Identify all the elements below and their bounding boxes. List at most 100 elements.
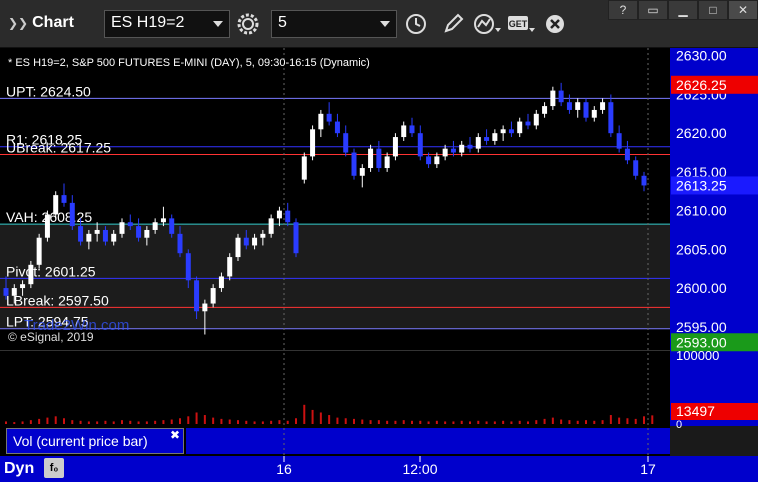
chart-header: * ES H19=2, S&P 500 FUTURES E-MINI (DAY)…: [8, 57, 370, 69]
upper-level-badge: 2626.25: [676, 77, 727, 93]
candle-body: [608, 102, 614, 134]
candle-body: [550, 90, 556, 107]
candle-body: [111, 233, 117, 242]
candle-body: [218, 276, 224, 289]
candle-body: [616, 133, 622, 149]
candle-body: [542, 106, 548, 114]
level-label: UPT: 2624.50: [6, 83, 91, 99]
price-tick-label: 2600.00: [676, 280, 727, 296]
candle-body: [368, 148, 374, 169]
candle-body: [500, 129, 506, 134]
candle-body: [36, 237, 42, 265]
candle-body: [102, 229, 108, 242]
candle-body: [417, 133, 423, 157]
candle-body: [252, 237, 258, 246]
candle-body: [136, 226, 142, 238]
volume-bars: [5, 404, 654, 424]
last-price-badge: 2613.25: [676, 177, 727, 193]
price-tick-label: 2595.00: [676, 319, 727, 335]
candle-body: [508, 129, 514, 134]
candle-body: [152, 222, 158, 230]
candle-body: [326, 113, 332, 122]
candle-body: [28, 264, 34, 285]
candle-body: [334, 121, 340, 134]
candle-body: [467, 144, 473, 149]
time-tick-label: 17: [640, 461, 656, 477]
level-label: LBreak: 2597.50: [6, 292, 109, 308]
candle-body: [351, 152, 357, 176]
candle-body: [127, 222, 133, 227]
candle-body: [169, 218, 175, 234]
candle-body: [583, 102, 589, 118]
candle-body: [119, 222, 125, 234]
candle-body: [484, 137, 490, 141]
candle-body: [243, 237, 249, 246]
candle-body: [492, 133, 498, 141]
candle-body: [566, 102, 572, 110]
candle-body: [459, 144, 465, 153]
candle-body: [525, 121, 531, 126]
candle-body: [202, 303, 208, 312]
candle-body: [160, 218, 166, 223]
price-tick-label: 2605.00: [676, 241, 727, 257]
candle-body: [3, 288, 9, 296]
watermark-text: Trade2Win.com: [24, 317, 129, 334]
candle-body: [310, 129, 316, 157]
candle-body: [268, 218, 274, 234]
candle-body: [44, 214, 50, 238]
candle-body: [426, 156, 432, 165]
candle-body: [301, 156, 307, 180]
price-tick-label: 2610.00: [676, 203, 727, 219]
candle-body: [450, 148, 456, 153]
volume-tick-label: 100000: [676, 348, 719, 363]
candle-body: [533, 113, 539, 126]
level-label: Pivot: 2601.25: [6, 263, 96, 279]
candle-body: [78, 226, 84, 242]
candle-body: [293, 222, 299, 254]
price-tick-label: 2620.00: [676, 125, 727, 141]
candle-body: [318, 113, 324, 130]
candle-body: [260, 233, 266, 238]
candle-body: [20, 284, 26, 289]
candle-body: [276, 210, 282, 219]
candle-body: [177, 233, 183, 254]
candle-body: [434, 156, 440, 165]
candle-body: [235, 237, 241, 258]
candle-body: [210, 288, 216, 304]
candle-body: [384, 156, 390, 169]
chart-canvas: UPT: 2624.50R1: 2618.25UBreak: 2617.25VA…: [0, 48, 758, 477]
candle-body: [359, 168, 365, 176]
candle-body: [641, 175, 647, 186]
candle-body: [61, 195, 67, 203]
time-tick-label: 16: [276, 461, 292, 477]
candle-body: [227, 257, 233, 277]
value-area-band: [0, 224, 670, 329]
candle-body: [558, 90, 564, 103]
candle-body: [392, 137, 398, 157]
price-tick-label: 2630.00: [676, 48, 727, 64]
candle-body: [575, 102, 581, 110]
candle-body: [53, 195, 59, 215]
candle-body: [376, 148, 382, 169]
candle-body: [343, 133, 349, 153]
candle-body: [401, 125, 407, 138]
volume-tick-label: 0: [676, 419, 682, 431]
volume-badge: 13497: [676, 403, 715, 419]
candle-body: [633, 160, 639, 176]
candle-body: [194, 280, 200, 312]
candle-body: [69, 202, 75, 227]
candle-body: [517, 121, 523, 134]
candle-body: [11, 288, 17, 296]
candle-body: [86, 233, 92, 242]
level-label: UBreak: 2617.25: [6, 139, 111, 155]
candle-body: [442, 148, 448, 157]
candle-body: [185, 253, 191, 281]
candle-body: [624, 148, 630, 161]
candle-body: [409, 125, 415, 134]
candle-body: [475, 137, 481, 149]
time-tick-label: 12:00: [402, 461, 437, 477]
candle-body: [600, 102, 606, 110]
candle-body: [94, 229, 100, 234]
candle-body: [285, 210, 291, 223]
candle-body: [144, 229, 150, 238]
